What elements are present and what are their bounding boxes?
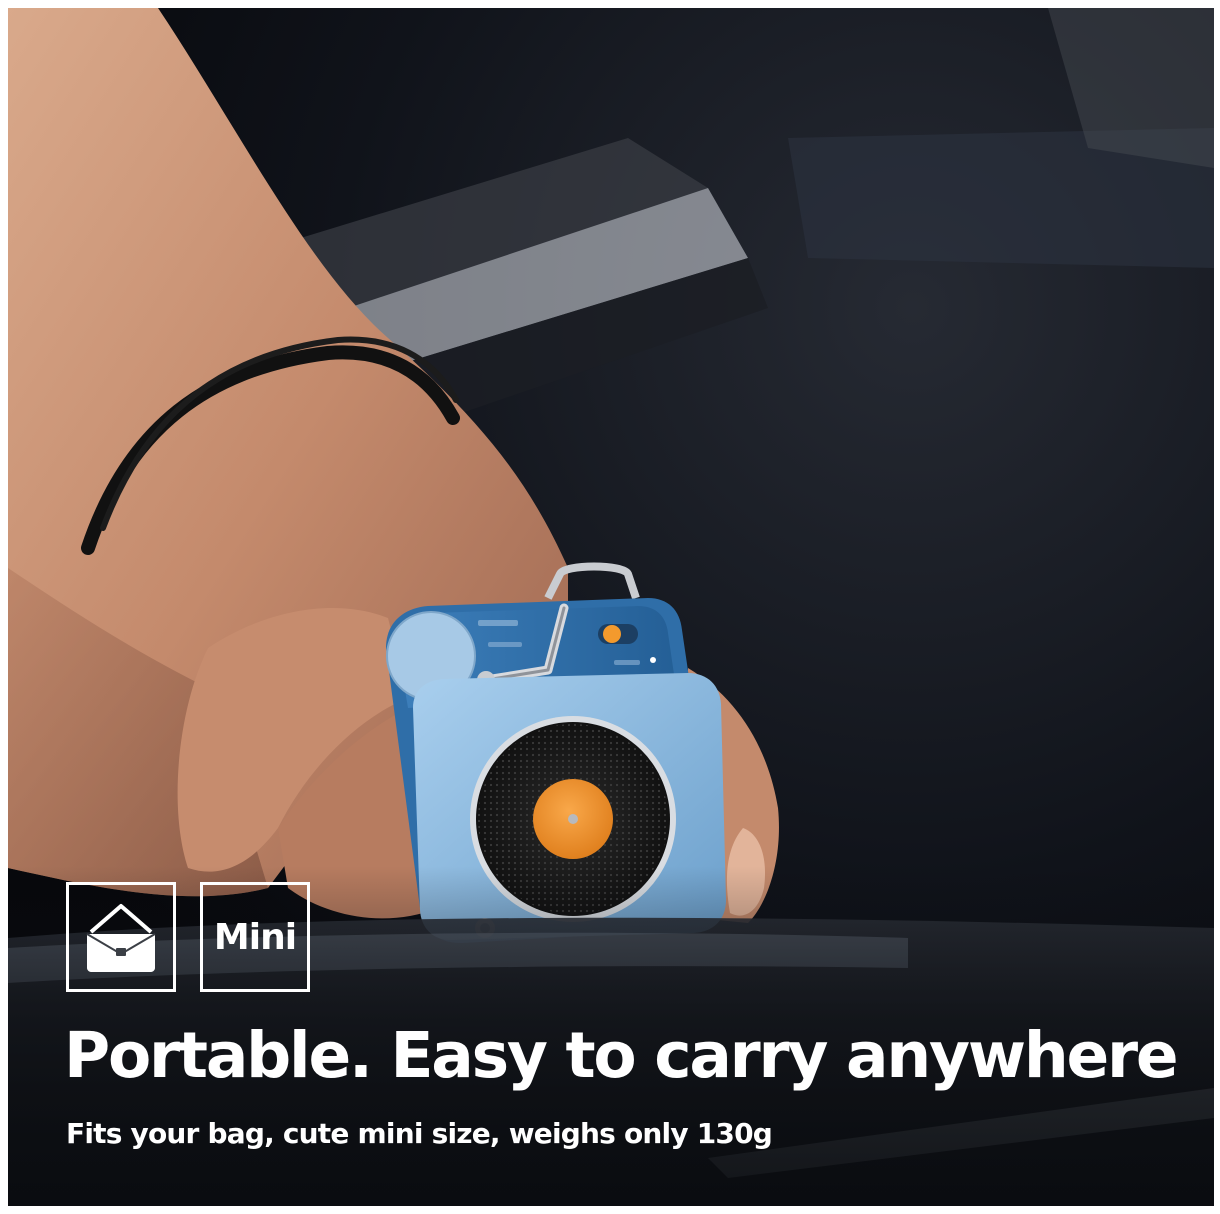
portable-badge xyxy=(66,882,176,992)
headline: Portable. Easy to carry anywhere xyxy=(64,1019,1179,1092)
briefcase-icon xyxy=(81,896,161,978)
mini-badge: Mini xyxy=(200,882,310,992)
product-photo: Mini Portable. Easy to carry anywhere Fi… xyxy=(8,8,1214,1206)
mini-label: Mini xyxy=(213,916,297,958)
badges: Mini xyxy=(66,882,310,992)
subline: Fits your bag, cute mini size, weighs on… xyxy=(66,1117,773,1150)
